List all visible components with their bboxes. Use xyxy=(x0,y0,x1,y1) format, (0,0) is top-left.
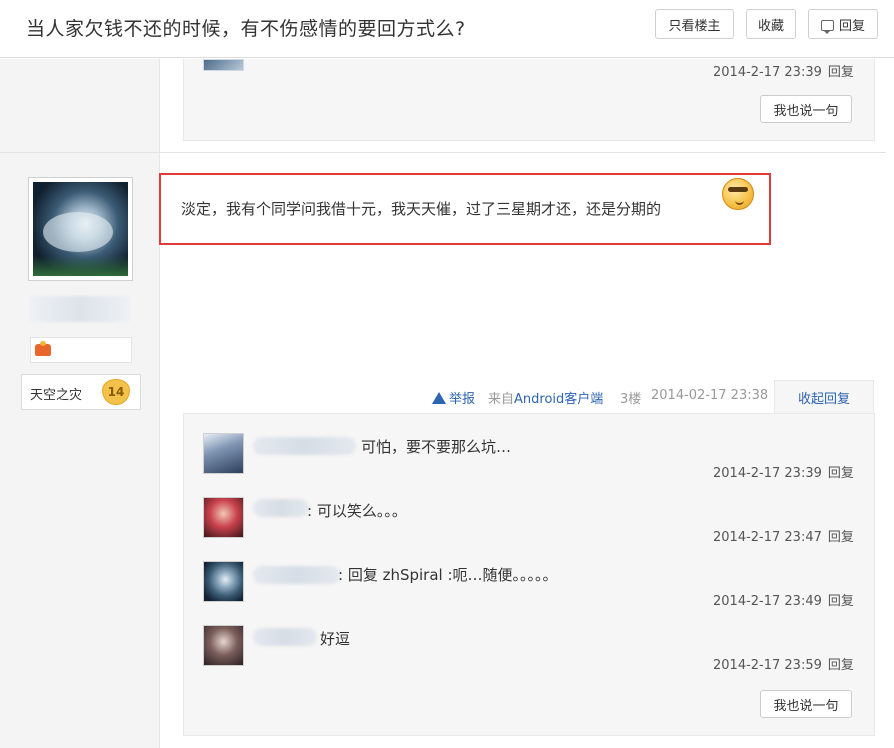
floor-number: 3楼 xyxy=(620,392,642,407)
reply-meta: 2014-2-17 23:47 回复 xyxy=(713,526,854,545)
reply-link[interactable]: 回复 xyxy=(828,530,854,545)
reply-meta: 2014-2-17 23:49 回复 xyxy=(713,590,854,609)
reply-button[interactable]: 回复 xyxy=(808,9,878,39)
reply-time: 2014-2-17 23:49 xyxy=(713,594,822,609)
reply-username-blurred[interactable] xyxy=(253,499,309,517)
say-something-button[interactable]: 我也说一句 xyxy=(760,690,852,718)
report-link[interactable]: 举报 xyxy=(432,388,475,407)
reply-time: 2014-2-17 23:47 xyxy=(713,530,822,545)
thread-title: 当人家欠钱不还的时候，有不伤感情的要回方式么? xyxy=(26,18,466,40)
reply-icon xyxy=(820,19,834,34)
level-name: 天空之灾 xyxy=(30,388,83,403)
prev-reply-time: 2014-2-17 23:39 xyxy=(713,65,822,80)
reply-username-blurred[interactable] xyxy=(253,437,356,455)
smug-emoji-icon xyxy=(722,178,754,210)
reply-content: : 回复 zhSpiral :呃…随便。。。。。 xyxy=(338,566,558,584)
reply-time: 2014-2-17 23:59 xyxy=(713,658,822,673)
post-content: 淡定，我有个同学问我借十元，我天天催，过了三星期才还，还是分期的 xyxy=(181,200,662,218)
collapse-replies-button[interactable]: 收起回复 xyxy=(774,380,874,414)
author-name-blurred[interactable] xyxy=(30,296,130,322)
author-badge-row xyxy=(30,337,132,363)
favorite-button[interactable]: 收藏 xyxy=(746,9,796,39)
reply-content: : 可以笑么。。。 xyxy=(307,502,407,520)
reply-content: 好逗 xyxy=(320,630,351,648)
reply-link[interactable]: 回复 xyxy=(828,466,854,481)
prev-reply-link[interactable]: 回复 xyxy=(828,65,854,80)
prev-reply-meta: 2014-2-17 23:39 回复 xyxy=(713,61,854,80)
reply-avatar[interactable] xyxy=(203,561,244,602)
post-time: 2014-02-17 23:38 xyxy=(651,388,769,403)
page-edge xyxy=(886,59,894,748)
author-avatar[interactable] xyxy=(28,177,133,281)
reply-avatar[interactable] xyxy=(203,433,244,474)
author-level: 天空之灾 14 xyxy=(21,374,141,410)
prev-reply-avatar[interactable] xyxy=(203,59,244,71)
reply-username-blurred[interactable] xyxy=(253,628,317,646)
reply-meta: 2014-2-17 23:59 回复 xyxy=(713,654,854,673)
prev-floor-sidebar xyxy=(0,59,160,152)
reply-link[interactable]: 回复 xyxy=(828,594,854,609)
reply-button-label: 回复 xyxy=(838,18,865,34)
reply-meta: 2014-2-17 23:39 回复 xyxy=(713,462,854,481)
reply-content: 可怕，要不要那么坑… xyxy=(361,438,512,456)
member-badge-icon[interactable] xyxy=(35,341,51,356)
level-badge-icon: 14 xyxy=(102,379,130,405)
post-source: 来自Android客户端 xyxy=(488,392,604,407)
only-op-button[interactable]: 只看楼主 xyxy=(655,9,734,39)
warning-icon xyxy=(432,392,446,404)
reply-username-blurred[interactable] xyxy=(253,566,340,584)
thread-header: 当人家欠钱不还的时候，有不伤感情的要回方式么? 只看楼主 收藏 回复 xyxy=(0,0,894,58)
prev-say-button[interactable]: 我也说一句 xyxy=(760,95,852,123)
reply-time: 2014-2-17 23:39 xyxy=(713,466,822,481)
reply-avatar[interactable] xyxy=(203,625,244,666)
reply-avatar[interactable] xyxy=(203,497,244,538)
reply-link[interactable]: 回复 xyxy=(828,658,854,673)
android-client-link[interactable]: Android客户端 xyxy=(514,392,603,407)
